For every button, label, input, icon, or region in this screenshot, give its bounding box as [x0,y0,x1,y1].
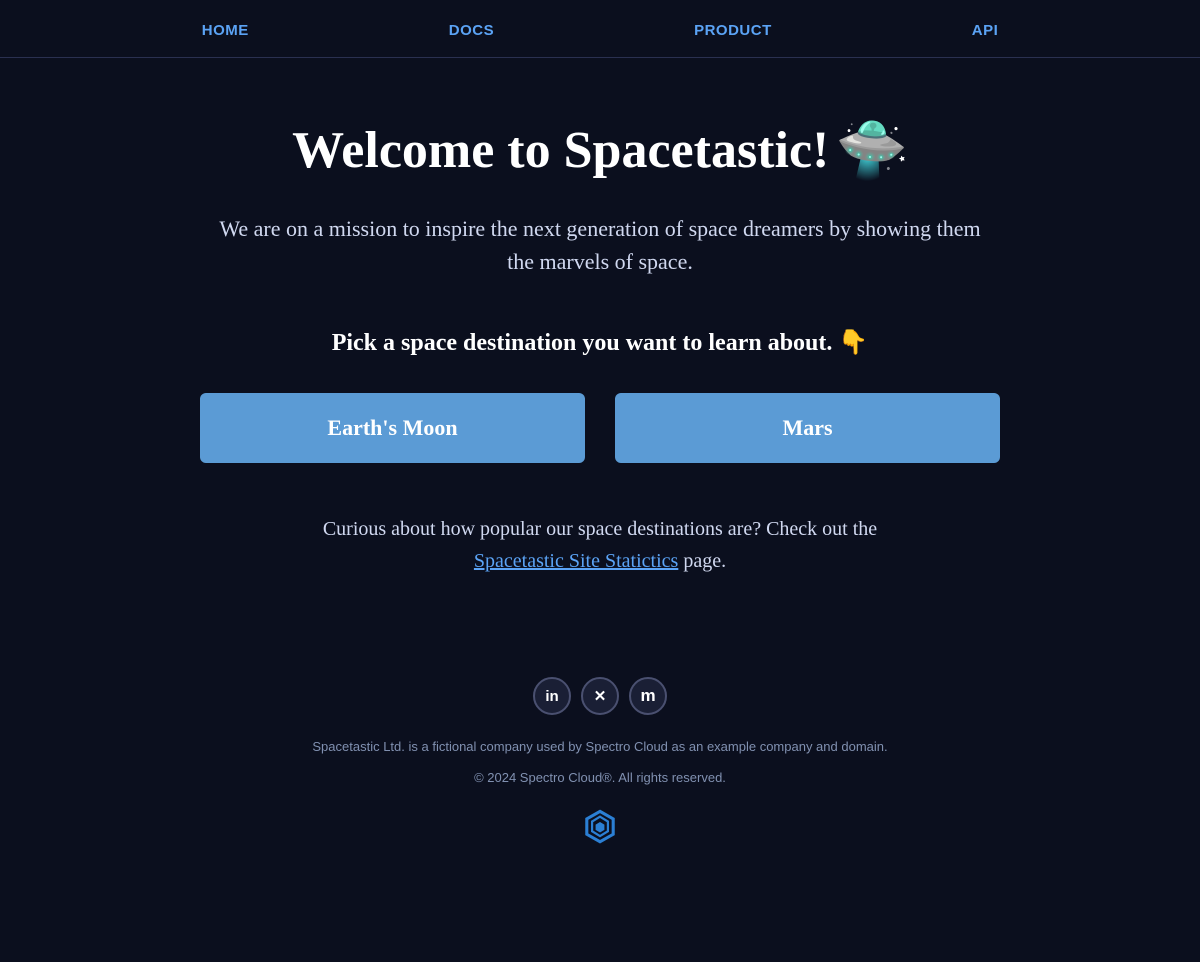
main-nav: HOME DOCS PRODUCT API [0,0,1200,58]
footer-disclaimer: Spacetastic Ltd. is a fictional company … [312,737,887,758]
linkedin-icon[interactable]: in [533,677,571,715]
nav-docs[interactable]: DOCS [449,22,494,39]
pick-prompt-text: Pick a space destination you want to lea… [332,328,869,357]
site-statistics-link[interactable]: Spacetastic Site Statictics [474,550,678,572]
point-down-icon: 👇 [838,330,868,356]
mars-button[interactable]: Mars [615,393,1000,463]
title-row: Welcome to Spacetastic! 🛸 [292,118,908,182]
main-content: Welcome to Spacetastic! 🛸 We are on a mi… [0,58,1200,577]
social-icons-row: in ✕ m [533,677,667,715]
nav-home[interactable]: HOME [202,22,249,39]
footer: in ✕ m Spacetastic Ltd. is a fictional c… [0,677,1200,886]
rocket-decoration-icon: 🛸 [832,110,915,190]
nav-api[interactable]: API [972,22,999,39]
mastodon-icon[interactable]: m [629,677,667,715]
spectro-cloud-logo [578,807,622,856]
x-twitter-icon[interactable]: ✕ [581,677,619,715]
earth-moon-button[interactable]: Earth's Moon [200,393,585,463]
footer-copyright: © 2024 Spectro Cloud®. All rights reserv… [474,768,726,789]
destination-buttons: Earth's Moon Mars [200,393,1000,463]
popular-text: Curious about how popular our space dest… [323,513,877,577]
mission-text: We are on a mission to inspire the next … [210,212,990,278]
nav-product[interactable]: PRODUCT [694,22,772,39]
welcome-title: Welcome to Spacetastic! [292,121,829,180]
